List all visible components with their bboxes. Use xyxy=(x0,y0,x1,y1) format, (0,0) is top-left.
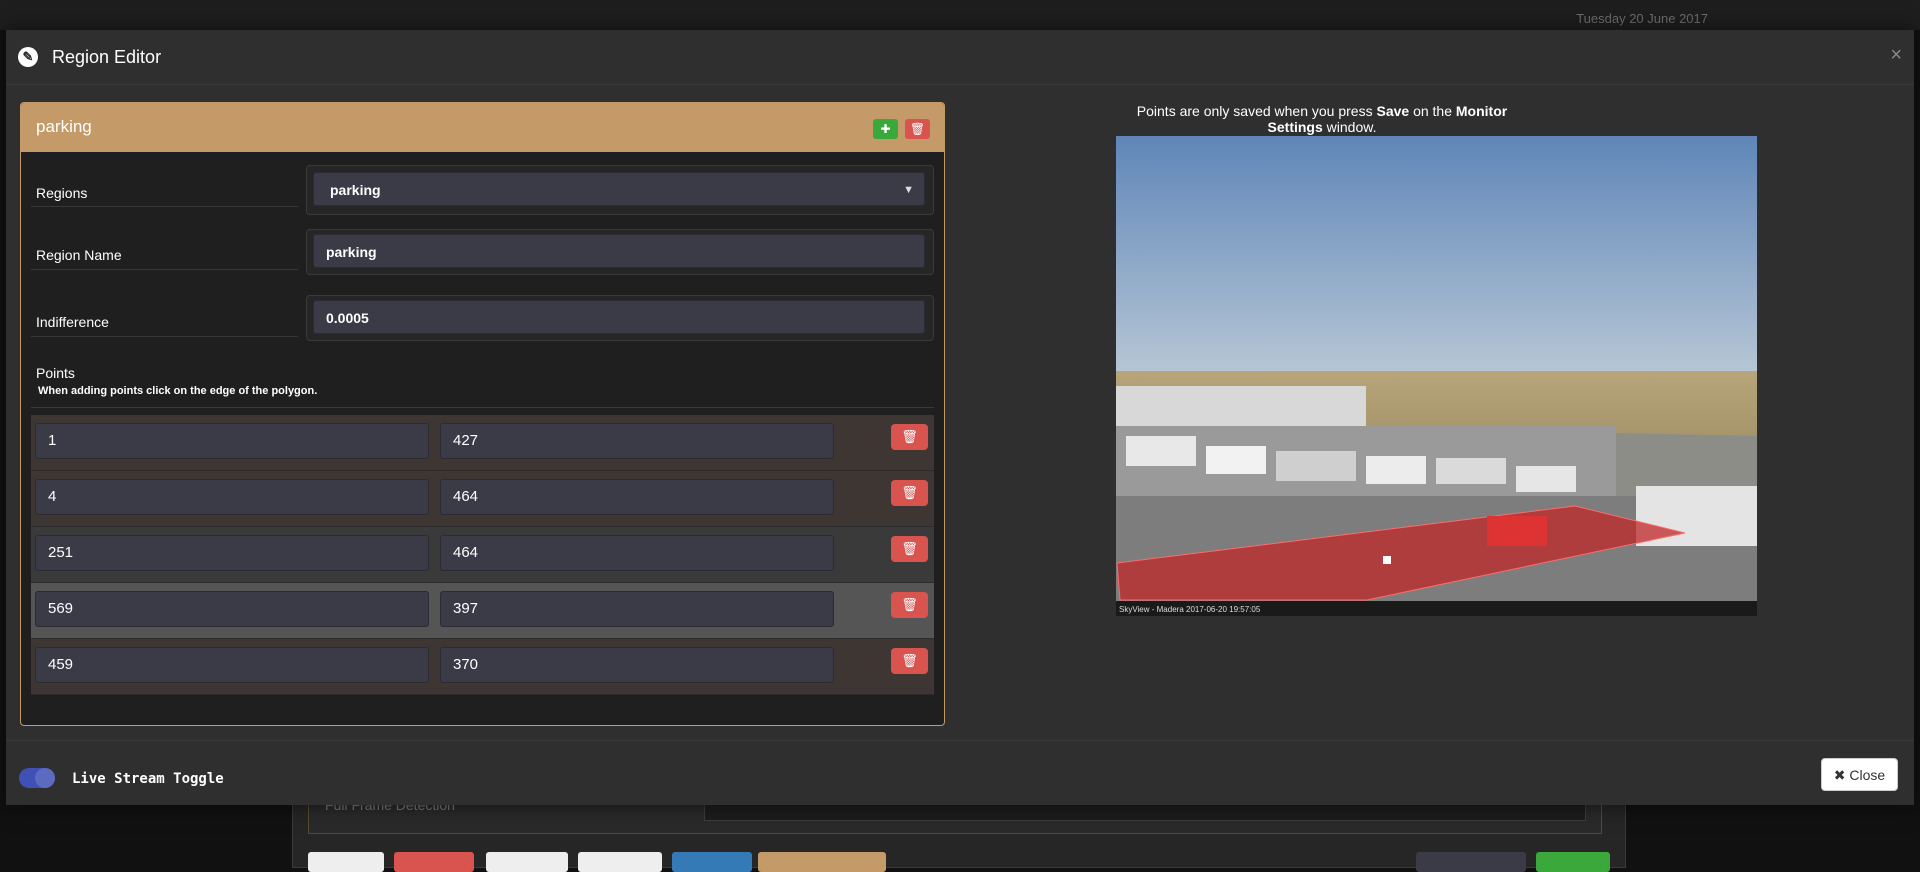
delete-point-button[interactable]: 🗑 xyxy=(891,424,928,450)
live-stream-toggle-label: Live Stream Toggle xyxy=(72,771,224,787)
boat xyxy=(1436,458,1506,484)
indifference-label: Indifference xyxy=(36,314,109,330)
boat xyxy=(1516,466,1576,492)
indifference-row: Indifference 0.0005 xyxy=(21,295,944,345)
point-y-input[interactable]: 427 xyxy=(440,423,834,459)
camera-view[interactable]: SkyView - Madera 2017-06-20 19:57:05 xyxy=(1116,136,1757,616)
regions-label: Regions xyxy=(36,185,88,201)
divider xyxy=(31,407,934,408)
trash-icon: 🗑 xyxy=(901,541,918,556)
point-y-input[interactable]: 397 xyxy=(440,591,834,627)
trash-icon: 🗑 xyxy=(901,597,918,612)
canopies xyxy=(1116,386,1366,426)
background-date: Tuesday 20 June 2017 xyxy=(1576,11,1708,26)
region-editor-icon: ✎ xyxy=(18,47,38,67)
background-top-bar: Tuesday 20 June 2017 xyxy=(0,0,1920,30)
point-row: 251 464 🗑 xyxy=(31,527,934,583)
divider xyxy=(31,206,298,207)
trash-icon: 🗑 xyxy=(909,122,926,136)
point-x-input[interactable]: 4 xyxy=(35,479,429,515)
point-row: 569 397 🗑 xyxy=(31,583,934,639)
background-button xyxy=(486,852,568,872)
save-notice: Points are only saved when you press Sav… xyxy=(1116,103,1528,135)
region-name-wrapper: parking xyxy=(306,229,934,275)
points-header: Points When adding points click on the e… xyxy=(36,365,317,397)
notice-save: Save xyxy=(1376,103,1410,119)
point-x-input[interactable]: 569 xyxy=(35,591,429,627)
trash-icon: 🗑 xyxy=(901,653,918,668)
notice-prefix: Points are only saved when you press xyxy=(1136,103,1377,119)
toggle-knob xyxy=(35,768,55,788)
points-label: Points xyxy=(36,365,75,381)
background-button xyxy=(1416,852,1526,872)
close-icon[interactable]: × xyxy=(1890,44,1902,67)
modal-header: ✎ Region Editor × xyxy=(6,30,1914,85)
boat xyxy=(1206,446,1266,474)
region-card-header: parking ✚ 🗑 xyxy=(21,103,944,152)
point-row: 1 427 🗑 xyxy=(31,415,934,471)
background-button xyxy=(672,852,752,872)
point-x-input[interactable]: 459 xyxy=(35,647,429,683)
regions-row: Regions parking ▼ xyxy=(21,165,944,225)
camera-overlay-text: SkyView - Madera 2017-06-20 19:57:05 xyxy=(1119,605,1261,614)
point-y-input[interactable]: 464 xyxy=(440,535,834,571)
modal-title: Region Editor xyxy=(52,47,162,67)
regions-select-value: parking xyxy=(330,182,381,198)
background-button xyxy=(1536,852,1610,872)
region-name-input[interactable]: parking xyxy=(313,234,925,268)
camera-image: SkyView - Madera 2017-06-20 19:57:05 xyxy=(1116,136,1757,616)
notice-suffix: window. xyxy=(1322,119,1377,135)
boat xyxy=(1126,436,1196,466)
point-y-input[interactable]: 464 xyxy=(440,479,834,515)
delete-point-button[interactable]: 🗑 xyxy=(891,536,928,562)
regions-select-wrapper: parking ▼ xyxy=(306,165,934,215)
background-button xyxy=(394,852,474,872)
background-button xyxy=(578,852,662,872)
delete-region-button[interactable]: 🗑 xyxy=(905,119,930,139)
point-x-input[interactable]: 251 xyxy=(35,535,429,571)
close-button[interactable]: ✖ Close xyxy=(1821,758,1898,791)
delete-point-button[interactable]: 🗑 xyxy=(891,648,928,674)
notice-middle: on the xyxy=(1409,103,1456,119)
divider xyxy=(31,336,298,337)
red-truck xyxy=(1487,516,1547,546)
region-card: parking ✚ 🗑 Regions parking ▼ Region Nam… xyxy=(20,102,945,726)
background-button xyxy=(308,852,384,872)
close-button-label: Close xyxy=(1849,767,1886,783)
points-hint: When adding points click on the edge of … xyxy=(38,385,318,397)
boat xyxy=(1276,451,1356,481)
boat xyxy=(1366,456,1426,484)
regions-select[interactable]: parking ▼ xyxy=(313,172,925,206)
modal-footer: Live Stream Toggle ✖ Close xyxy=(6,740,1914,806)
polygon-handle[interactable] xyxy=(1383,556,1391,564)
trash-icon: 🗑 xyxy=(901,485,918,500)
region-name-label: Region Name xyxy=(36,247,122,263)
close-icon: ✖ xyxy=(1833,767,1846,783)
sky xyxy=(1116,136,1757,381)
region-card-title: parking xyxy=(36,117,92,136)
trash-icon: 🗑 xyxy=(901,429,918,444)
add-region-button[interactable]: ✚ xyxy=(873,119,898,139)
point-row: 4 464 🗑 xyxy=(31,471,934,527)
point-x-input[interactable]: 1 xyxy=(35,423,429,459)
chevron-down-icon: ▼ xyxy=(903,184,914,196)
delete-point-button[interactable]: 🗑 xyxy=(891,480,928,506)
region-name-row: Region Name parking xyxy=(21,229,944,279)
indifference-input[interactable]: 0.0005 xyxy=(313,300,925,334)
point-y-input[interactable]: 370 xyxy=(440,647,834,683)
background-button xyxy=(758,852,886,872)
plus-icon: ✚ xyxy=(880,122,891,136)
divider xyxy=(31,269,298,270)
live-stream-toggle[interactable] xyxy=(19,768,55,788)
delete-point-button[interactable]: 🗑 xyxy=(891,592,928,618)
region-editor-modal: ✎ Region Editor × parking ✚ 🗑 Regions pa… xyxy=(6,30,1914,805)
point-row: 459 370 🗑 xyxy=(31,639,934,695)
indifference-wrapper: 0.0005 xyxy=(306,295,934,341)
